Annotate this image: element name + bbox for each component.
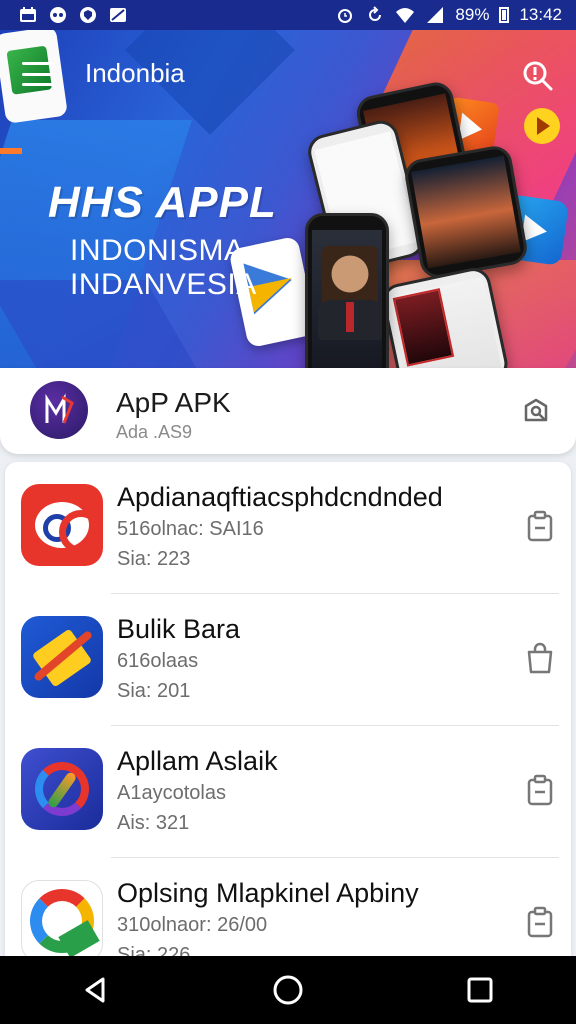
featured-app-subtitle: Ada .AS9 bbox=[116, 422, 193, 442]
app-info: 616olaas bbox=[117, 650, 199, 672]
app-name: Apdianaqftiacsphdcndnded bbox=[117, 482, 443, 512]
app-info: A1aycotolas bbox=[117, 782, 226, 804]
list-item[interactable]: Apllam Aslaik A1aycotolas Ais: 321 bbox=[5, 726, 571, 858]
clock: 13:42 bbox=[519, 5, 562, 24]
app-name: Bulik Bara bbox=[117, 614, 241, 644]
sync-icon bbox=[365, 6, 385, 24]
status-bar-right: 89% 13:42 bbox=[335, 5, 562, 25]
shield-icon bbox=[78, 6, 98, 24]
hero-title: HHS APPL bbox=[48, 178, 277, 227]
featured-app-title: ApP APK bbox=[116, 387, 231, 418]
compass-app-icon bbox=[21, 748, 103, 830]
battery-icon bbox=[499, 7, 510, 23]
phone-mockup-concert bbox=[402, 143, 530, 281]
hero-line-2: INDANVESIA bbox=[70, 268, 257, 301]
hero-line-1: INDONISMA bbox=[70, 234, 245, 267]
menu-icon[interactable] bbox=[22, 62, 54, 86]
featured-app-card[interactable]: ApP APK Ada .AS9 bbox=[0, 368, 576, 454]
calendar-icon bbox=[18, 6, 38, 24]
wifi-icon bbox=[395, 6, 415, 24]
app-bar: Indonbia bbox=[0, 30, 576, 114]
navigation-bar bbox=[0, 956, 576, 1024]
phone-mockup-portrait bbox=[305, 213, 389, 368]
clipboard-icon[interactable] bbox=[525, 510, 555, 542]
image-icon bbox=[108, 6, 128, 24]
blue-rocket-app-icon bbox=[21, 616, 103, 698]
hero-decor-shape bbox=[0, 148, 22, 154]
featured-search-icon[interactable] bbox=[520, 396, 552, 428]
app-size: Ais: 321 bbox=[117, 812, 190, 834]
app-info: 516olnac: SAI16 bbox=[117, 518, 264, 540]
featured-app-logo bbox=[30, 381, 88, 439]
list-item[interactable]: Oplsing Mlapkinel Apbiny 310olnaor: 26/0… bbox=[5, 858, 571, 962]
gamepad-icon bbox=[48, 6, 68, 24]
list-item[interactable]: Bulik Bara 616olaas Sia: 201 bbox=[5, 594, 571, 726]
home-icon[interactable] bbox=[258, 960, 318, 1020]
app-size: Sia: 223 bbox=[117, 548, 191, 570]
signal-icon bbox=[425, 6, 445, 24]
alarm-icon bbox=[335, 6, 355, 24]
app-list: Apdianaqftiacsphdcndnded 516olnac: SAI16… bbox=[5, 462, 571, 962]
app-name: Oplsing Mlapkinel Apbiny bbox=[117, 878, 419, 908]
app-name: Apllam Aslaik bbox=[117, 746, 278, 776]
back-icon[interactable] bbox=[66, 960, 126, 1020]
maps-app-icon bbox=[21, 880, 103, 962]
bag-icon[interactable] bbox=[525, 642, 555, 674]
red-app-icon bbox=[21, 484, 103, 566]
clipboard-icon[interactable] bbox=[525, 774, 555, 806]
clipboard-icon[interactable] bbox=[525, 906, 555, 938]
search-icon[interactable] bbox=[520, 58, 556, 94]
list-item[interactable]: Apdianaqftiacsphdcndnded 516olnac: SAI16… bbox=[5, 462, 571, 594]
recents-icon[interactable] bbox=[450, 960, 510, 1020]
battery-level: 89% bbox=[455, 5, 490, 24]
app-bar-title: Indonbia bbox=[85, 58, 185, 88]
status-bar: 89% 13:42 bbox=[0, 0, 576, 30]
status-bar-left bbox=[18, 6, 128, 24]
app-info: 310olnaor: 26/00 bbox=[117, 914, 268, 936]
app-size: Sia: 201 bbox=[117, 680, 191, 702]
